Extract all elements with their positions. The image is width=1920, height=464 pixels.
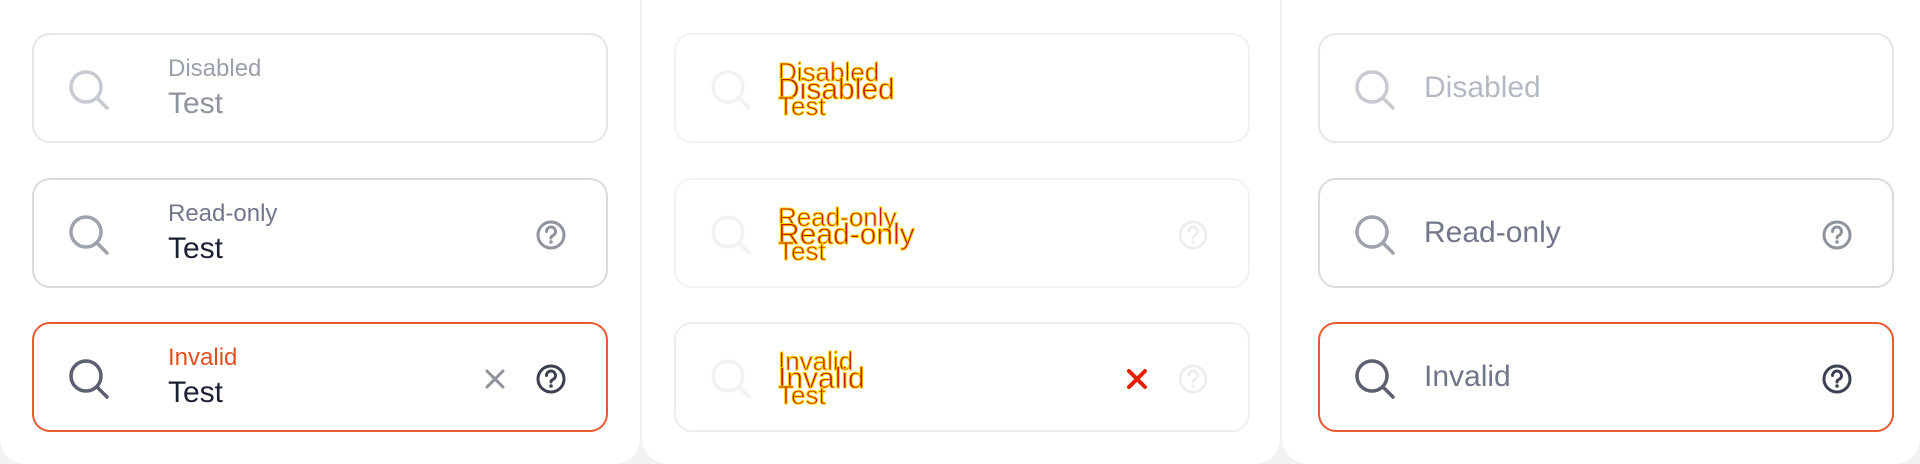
- field-value: Test: [778, 236, 827, 266]
- field-value: Test: [778, 380, 827, 410]
- search-icon: [711, 215, 751, 255]
- readonly-field[interactable]: Read-only Test: [32, 178, 608, 288]
- invalid-field[interactable]: Invalid Test: [32, 322, 608, 432]
- search-icon: [69, 70, 109, 110]
- search-icon: [1355, 359, 1395, 399]
- field-label: Read-only: [168, 200, 278, 227]
- close-icon[interactable]: [480, 364, 510, 394]
- search-icon: [711, 70, 751, 110]
- field-placeholder: Invalid: [1424, 360, 1511, 393]
- disabled-field: Disabled: [1318, 33, 1894, 143]
- disabled-field: Disabled Test: [32, 33, 608, 143]
- question-circle-icon[interactable]: [534, 362, 568, 396]
- disabled-field: Disabled Disabled Test: [674, 33, 1250, 143]
- search-icon: [69, 215, 109, 255]
- question-circle-icon[interactable]: [1176, 218, 1210, 252]
- question-circle-icon[interactable]: [1820, 362, 1854, 396]
- field-label: Invalid: [168, 344, 238, 371]
- readonly-field[interactable]: Read-only: [1318, 178, 1894, 288]
- search-icon: [711, 359, 751, 399]
- invalid-field[interactable]: Invalid Invalid Test: [674, 322, 1250, 432]
- panel-overlapping-fields: Disabled Disabled Test Read-only Read-on…: [642, 0, 1280, 464]
- question-circle-icon[interactable]: [1820, 218, 1854, 252]
- close-icon[interactable]: [1122, 364, 1152, 394]
- field-value: Test: [168, 232, 224, 265]
- field-value: Test: [168, 376, 224, 409]
- invalid-field[interactable]: Invalid: [1318, 322, 1894, 432]
- question-circle-icon[interactable]: [534, 218, 568, 252]
- panel-placeholder-fields: Disabled Read-only Invalid: [1282, 0, 1920, 464]
- field-value: Test: [778, 91, 827, 121]
- field-placeholder: Read-only: [1424, 216, 1561, 249]
- readonly-field[interactable]: Read-only Read-only Test: [674, 178, 1250, 288]
- search-icon: [69, 359, 109, 399]
- search-icon: [1355, 70, 1395, 110]
- panel-labeled-fields: Disabled Test Read-only Test Invalid Tes…: [0, 0, 640, 464]
- field-value: Test: [168, 87, 224, 120]
- search-icon: [1355, 215, 1395, 255]
- field-label: Disabled: [168, 55, 262, 82]
- field-placeholder: Disabled: [1424, 71, 1541, 104]
- question-circle-icon[interactable]: [1176, 362, 1210, 396]
